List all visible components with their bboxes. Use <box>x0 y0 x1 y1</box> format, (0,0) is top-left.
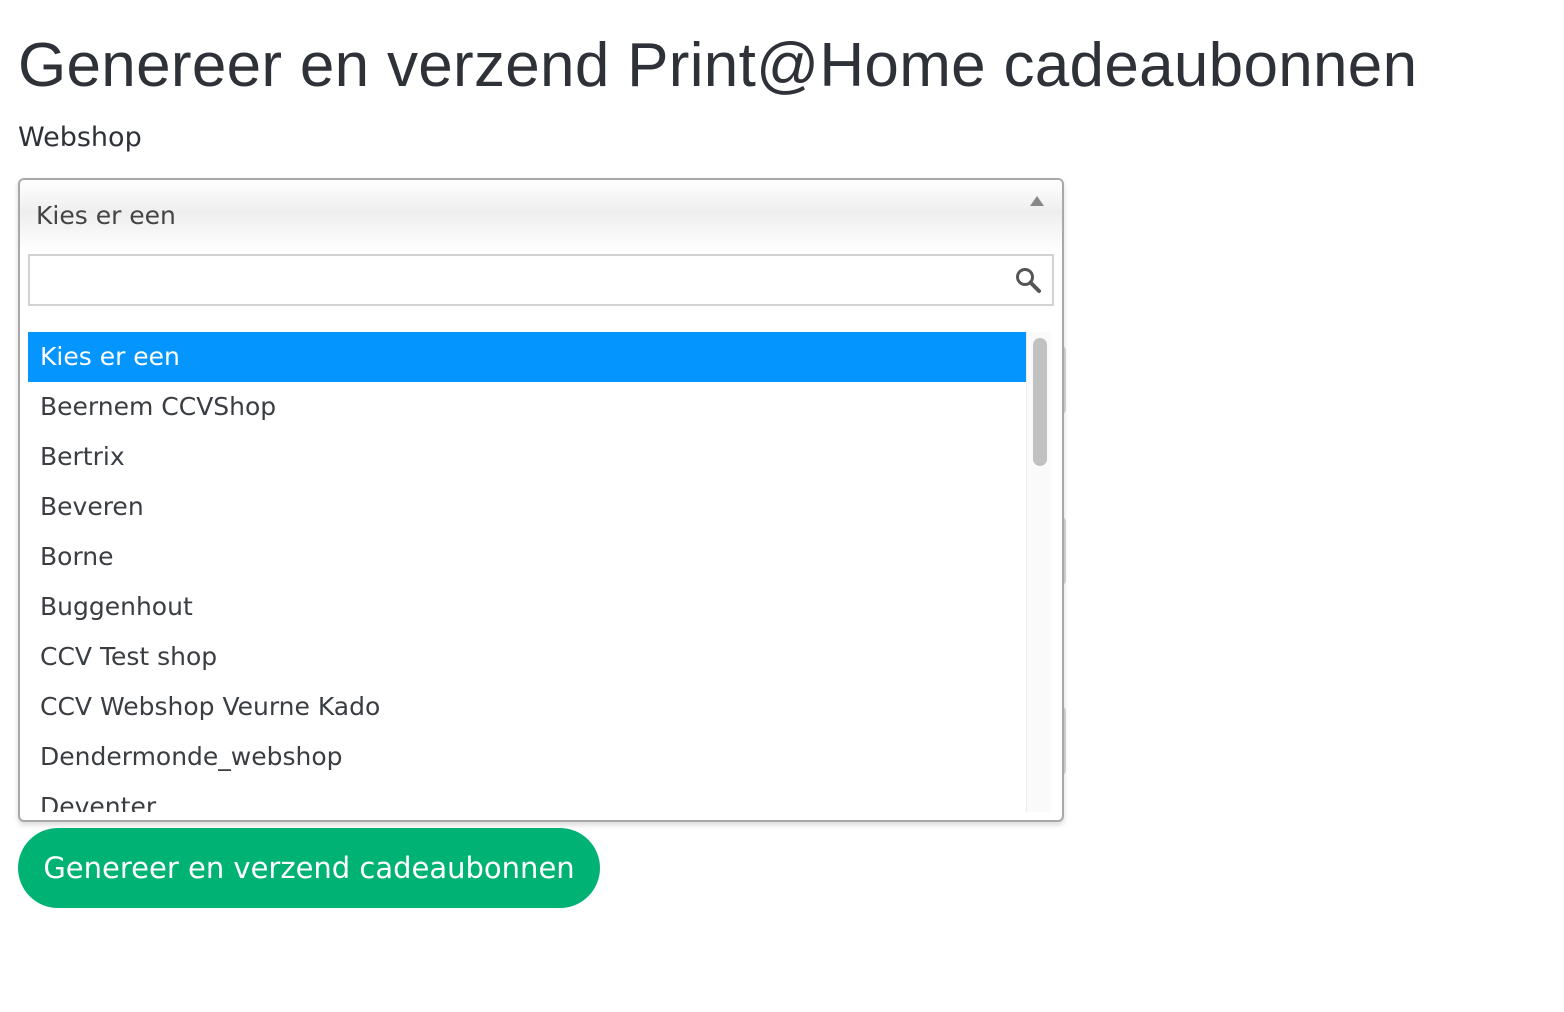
webshop-options-list: Kies er een Beernem CCVShop Bertrix Beve… <box>28 332 1026 812</box>
option-dendermonde-webshop[interactable]: Dendermonde_webshop <box>28 732 1026 782</box>
option-borne[interactable]: Borne <box>28 532 1026 582</box>
options-scrollbar-thumb[interactable] <box>1033 338 1047 466</box>
generate-send-button[interactable]: Genereer en verzend cadeaubonnen <box>18 828 600 908</box>
option-bertrix[interactable]: Bertrix <box>28 432 1026 482</box>
option-buggenhout[interactable]: Buggenhout <box>28 582 1026 632</box>
webshop-label: Webshop <box>18 122 142 153</box>
triangle-up-icon <box>1030 196 1044 206</box>
webshop-search-field[interactable] <box>28 254 1054 306</box>
page-title: Genereer en verzend Print@Home cadeaubon… <box>18 31 1418 100</box>
option-kies-er-een[interactable]: Kies er een <box>28 332 1026 382</box>
search-icon <box>1016 268 1041 293</box>
webshop-select-toggle[interactable]: Kies er een <box>20 180 1062 252</box>
webshop-select-value: Kies er een <box>36 201 176 230</box>
webshop-select[interactable]: Kies er een Kies er een Beernem CCVShop … <box>18 178 1064 822</box>
option-ccv-webshop-veurne-kado[interactable]: CCV Webshop Veurne Kado <box>28 682 1026 732</box>
page: Genereer en verzend Print@Home cadeaubon… <box>0 0 1564 1012</box>
option-deventer[interactable]: Deventer <box>28 782 1026 812</box>
option-ccv-test-shop[interactable]: CCV Test shop <box>28 632 1026 682</box>
options-scrollbar[interactable] <box>1026 332 1051 812</box>
option-beveren[interactable]: Beveren <box>28 482 1026 532</box>
webshop-search-input[interactable] <box>30 256 1014 304</box>
option-beernem-ccvshop[interactable]: Beernem CCVShop <box>28 382 1026 432</box>
